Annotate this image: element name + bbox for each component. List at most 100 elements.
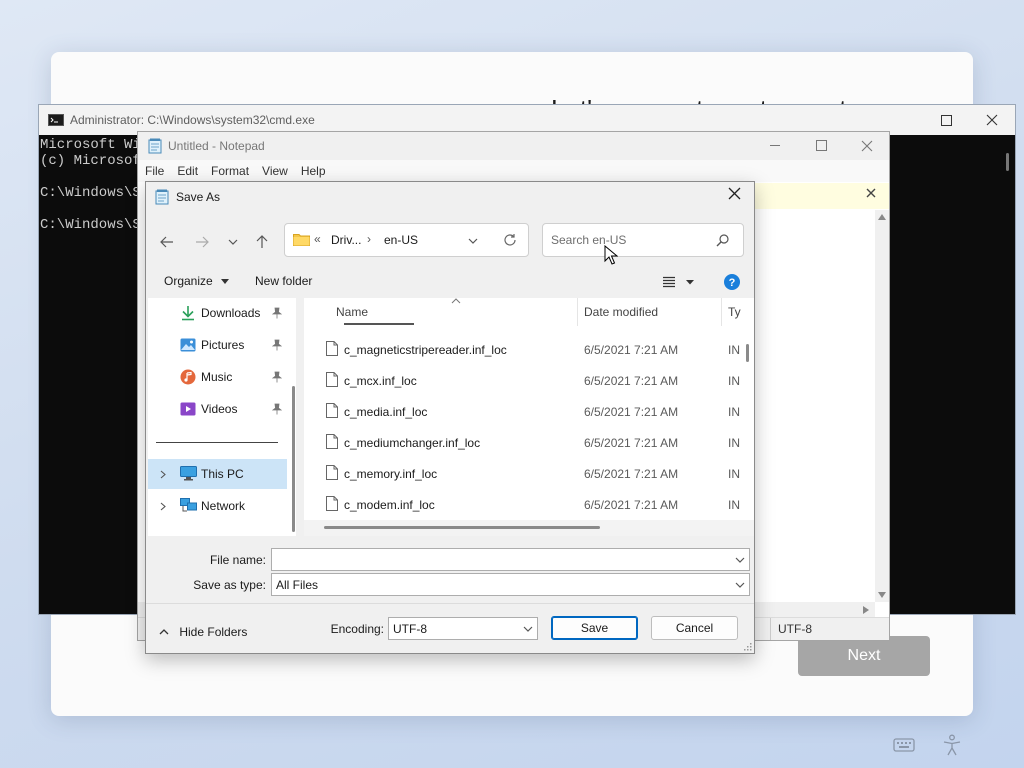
file-name: c_memory.inf_loc	[344, 467, 438, 481]
search-box[interactable]	[542, 223, 744, 257]
column-divider[interactable]	[577, 298, 578, 326]
minimize-icon[interactable]	[770, 145, 780, 146]
close-icon	[986, 114, 998, 126]
encoding-select[interactable]: UTF-8	[388, 617, 538, 640]
next-button[interactable]: Next	[798, 636, 930, 676]
navigation-pane[interactable]: Downloads Pictures Music Videos This PC	[148, 298, 296, 536]
list-view-icon	[663, 276, 675, 288]
column-divider[interactable]	[721, 298, 722, 326]
cmd-close-button[interactable]	[969, 105, 1015, 135]
cmd-scrollbar-thumb[interactable]	[1006, 153, 1009, 171]
menu-format[interactable]: Format	[211, 164, 249, 178]
search-input[interactable]	[551, 233, 711, 247]
file-icon	[326, 434, 338, 449]
keyboard-icon[interactable]	[893, 737, 915, 753]
nav-item-music[interactable]: Music	[148, 362, 287, 392]
file-row[interactable]: c_media.inf_loc 6/5/2021 7:21 AM IN	[304, 396, 754, 427]
refresh-icon	[504, 234, 516, 246]
file-row[interactable]: c_mcx.inf_loc 6/5/2021 7:21 AM IN	[304, 365, 754, 396]
save-as-dialog[interactable]: Save As « Driv... › en-US Search en-US O…	[145, 181, 755, 654]
svg-text:?: ?	[729, 277, 736, 289]
dialog-toolbar: Organize New folder ?	[146, 266, 754, 298]
new-folder-button[interactable]: New folder	[255, 274, 312, 288]
scroll-down-icon[interactable]	[878, 592, 886, 598]
column-header-date-modified[interactable]: Date modified	[584, 298, 658, 326]
file-list[interactable]: Name Date modified Ty c_magneticstripere…	[304, 298, 754, 536]
file-row[interactable]: c_mediumchanger.inf_loc 6/5/2021 7:21 AM…	[304, 427, 754, 458]
sort-ascending-icon	[451, 298, 461, 304]
file-name-input[interactable]	[275, 552, 715, 566]
close-icon[interactable]	[861, 140, 873, 152]
file-name: c_magneticstripereader.inf_loc	[344, 343, 507, 357]
save-as-type-label: Save as type:	[193, 578, 266, 592]
nav-item-videos[interactable]: Videos	[148, 394, 287, 424]
back-button[interactable]	[156, 231, 178, 253]
address-bar[interactable]: « Driv... › en-US	[284, 223, 529, 257]
hide-folders-button[interactable]: Hide Folders	[159, 624, 247, 639]
address-history-button[interactable]	[468, 238, 478, 244]
column-header-type[interactable]: Ty	[728, 298, 741, 326]
notepad-titlebar[interactable]: Untitled - Notepad	[138, 132, 889, 160]
file-list-vertical-scrollbar[interactable]	[746, 344, 749, 362]
file-date: 6/5/2021 7:21 AM	[584, 498, 679, 512]
chevron-right-icon[interactable]	[160, 502, 166, 511]
chevron-down-icon[interactable]	[735, 557, 745, 563]
help-icon: ?	[724, 274, 740, 290]
file-type: IN	[728, 405, 740, 419]
maximize-icon[interactable]	[816, 140, 827, 151]
nav-item-pictures[interactable]: Pictures	[148, 330, 287, 360]
help-button[interactable]: ?	[724, 274, 740, 290]
resize-grip-icon[interactable]	[743, 642, 752, 651]
file-list-horizontal-scrollbar[interactable]	[324, 526, 600, 529]
forward-button[interactable]	[191, 231, 213, 253]
scroll-right-icon[interactable]	[863, 606, 869, 614]
hide-folders-label: Hide Folders	[179, 624, 248, 639]
save-button[interactable]: Save	[551, 616, 638, 640]
breadcrumb-overflow[interactable]: «	[314, 232, 321, 246]
nav-item-label: Music	[201, 370, 233, 384]
recent-locations-button[interactable]	[222, 231, 244, 253]
scroll-up-icon[interactable]	[878, 214, 886, 220]
file-type: IN	[728, 498, 740, 512]
close-icon[interactable]	[866, 188, 876, 198]
chevron-up-icon	[159, 628, 169, 635]
dialog-titlebar[interactable]: Save As	[146, 182, 754, 212]
menu-file[interactable]: File	[145, 164, 164, 178]
nav-item-downloads[interactable]: Downloads	[148, 298, 287, 328]
file-date: 6/5/2021 7:21 AM	[584, 343, 679, 357]
view-options-button[interactable]	[663, 276, 697, 288]
organize-button[interactable]: Organize	[164, 274, 230, 288]
nav-item-this-pc[interactable]: This PC	[148, 459, 287, 489]
chevron-down-icon	[468, 238, 478, 244]
nav-scrollbar-thumb[interactable]	[292, 386, 295, 532]
refresh-button[interactable]	[503, 233, 517, 247]
chevron-down-icon	[523, 626, 533, 632]
dialog-close-button[interactable]	[728, 187, 741, 200]
menu-edit[interactable]: Edit	[177, 164, 198, 178]
back-arrow-icon	[160, 236, 173, 248]
file-row[interactable]: c_memory.inf_loc 6/5/2021 7:21 AM IN	[304, 458, 754, 489]
save-as-type-select[interactable]: All Files	[271, 573, 750, 596]
file-row[interactable]: c_modem.inf_loc 6/5/2021 7:21 AM IN	[304, 489, 754, 520]
save-as-type-value: All Files	[276, 578, 319, 592]
cmd-maximize-button[interactable]	[923, 105, 969, 135]
file-name-combobox[interactable]	[271, 548, 750, 571]
breadcrumb-segment[interactable]: en-US	[384, 233, 418, 247]
file-date: 6/5/2021 7:21 AM	[584, 467, 679, 481]
breadcrumb-segment[interactable]: Driv...	[331, 233, 361, 247]
music-icon	[180, 369, 196, 385]
pin-icon	[272, 403, 282, 415]
notepad-vertical-scrollbar[interactable]	[875, 210, 889, 602]
menu-help[interactable]: Help	[301, 164, 326, 178]
nav-item-network[interactable]: Network	[148, 491, 287, 521]
accessibility-icon[interactable]	[942, 734, 962, 756]
cancel-button[interactable]: Cancel	[651, 616, 738, 640]
file-row[interactable]: c_magneticstripereader.inf_loc 6/5/2021 …	[304, 334, 754, 365]
search-icon[interactable]	[716, 234, 729, 247]
breadcrumb-separator-icon: ›	[367, 232, 371, 246]
up-button[interactable]	[251, 231, 273, 253]
menu-view[interactable]: View	[262, 164, 288, 178]
status-encoding: UTF-8	[770, 618, 812, 640]
chevron-right-icon[interactable]	[160, 470, 166, 479]
notepad-app-icon	[148, 138, 162, 154]
